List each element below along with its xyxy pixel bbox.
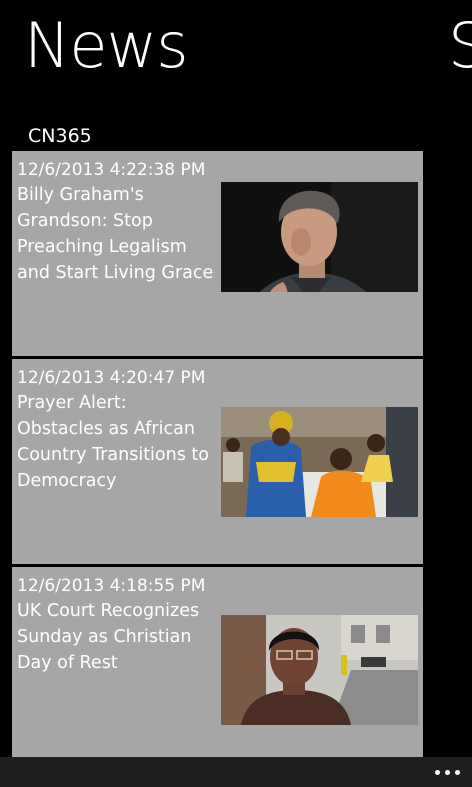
dot [445, 769, 450, 775]
dot [435, 769, 440, 775]
news-thumbnail [221, 182, 418, 292]
news-date: 12/6/2013 4:20:47 PM [17, 368, 206, 388]
news-item[interactable]: 12/6/2013 4:20:47 PM Prayer Alert: Obsta… [12, 359, 423, 564]
news-date: 12/6/2013 4:22:38 PM [17, 160, 206, 180]
news-date: 12/6/2013 4:18:55 PM [17, 576, 206, 596]
news-item[interactable]: 12/6/2013 4:22:38 PM Billy Graham's Gran… [12, 151, 423, 356]
page-title: News [24, 9, 189, 82]
next-section-title[interactable]: S [448, 6, 472, 86]
voting-scene-photo [221, 407, 418, 517]
ellipsis-icon[interactable] [435, 763, 460, 781]
news-headline: Prayer Alert: Obstacles as African Count… [17, 393, 209, 491]
news-item[interactable]: 12/6/2013 4:18:55 PM UK Court Recognizes… [12, 567, 423, 772]
news-list: 12/6/2013 4:22:38 PM Billy Graham's Gran… [12, 151, 423, 775]
news-thumbnail [221, 407, 418, 517]
dot [455, 769, 460, 775]
news-headline: UK Court Recognizes Sunday as Christian … [17, 601, 200, 673]
portrait-man-photo [221, 182, 418, 292]
news-thumbnail [221, 615, 418, 725]
news-screen: News S CN365 12/6/2013 4:22:38 PM Billy … [0, 0, 472, 787]
source-label: CN365 [28, 125, 92, 147]
news-headline: Billy Graham's Grandson: Stop Preaching … [17, 185, 214, 283]
app-bar [0, 757, 472, 787]
woman-street-photo [221, 615, 418, 725]
